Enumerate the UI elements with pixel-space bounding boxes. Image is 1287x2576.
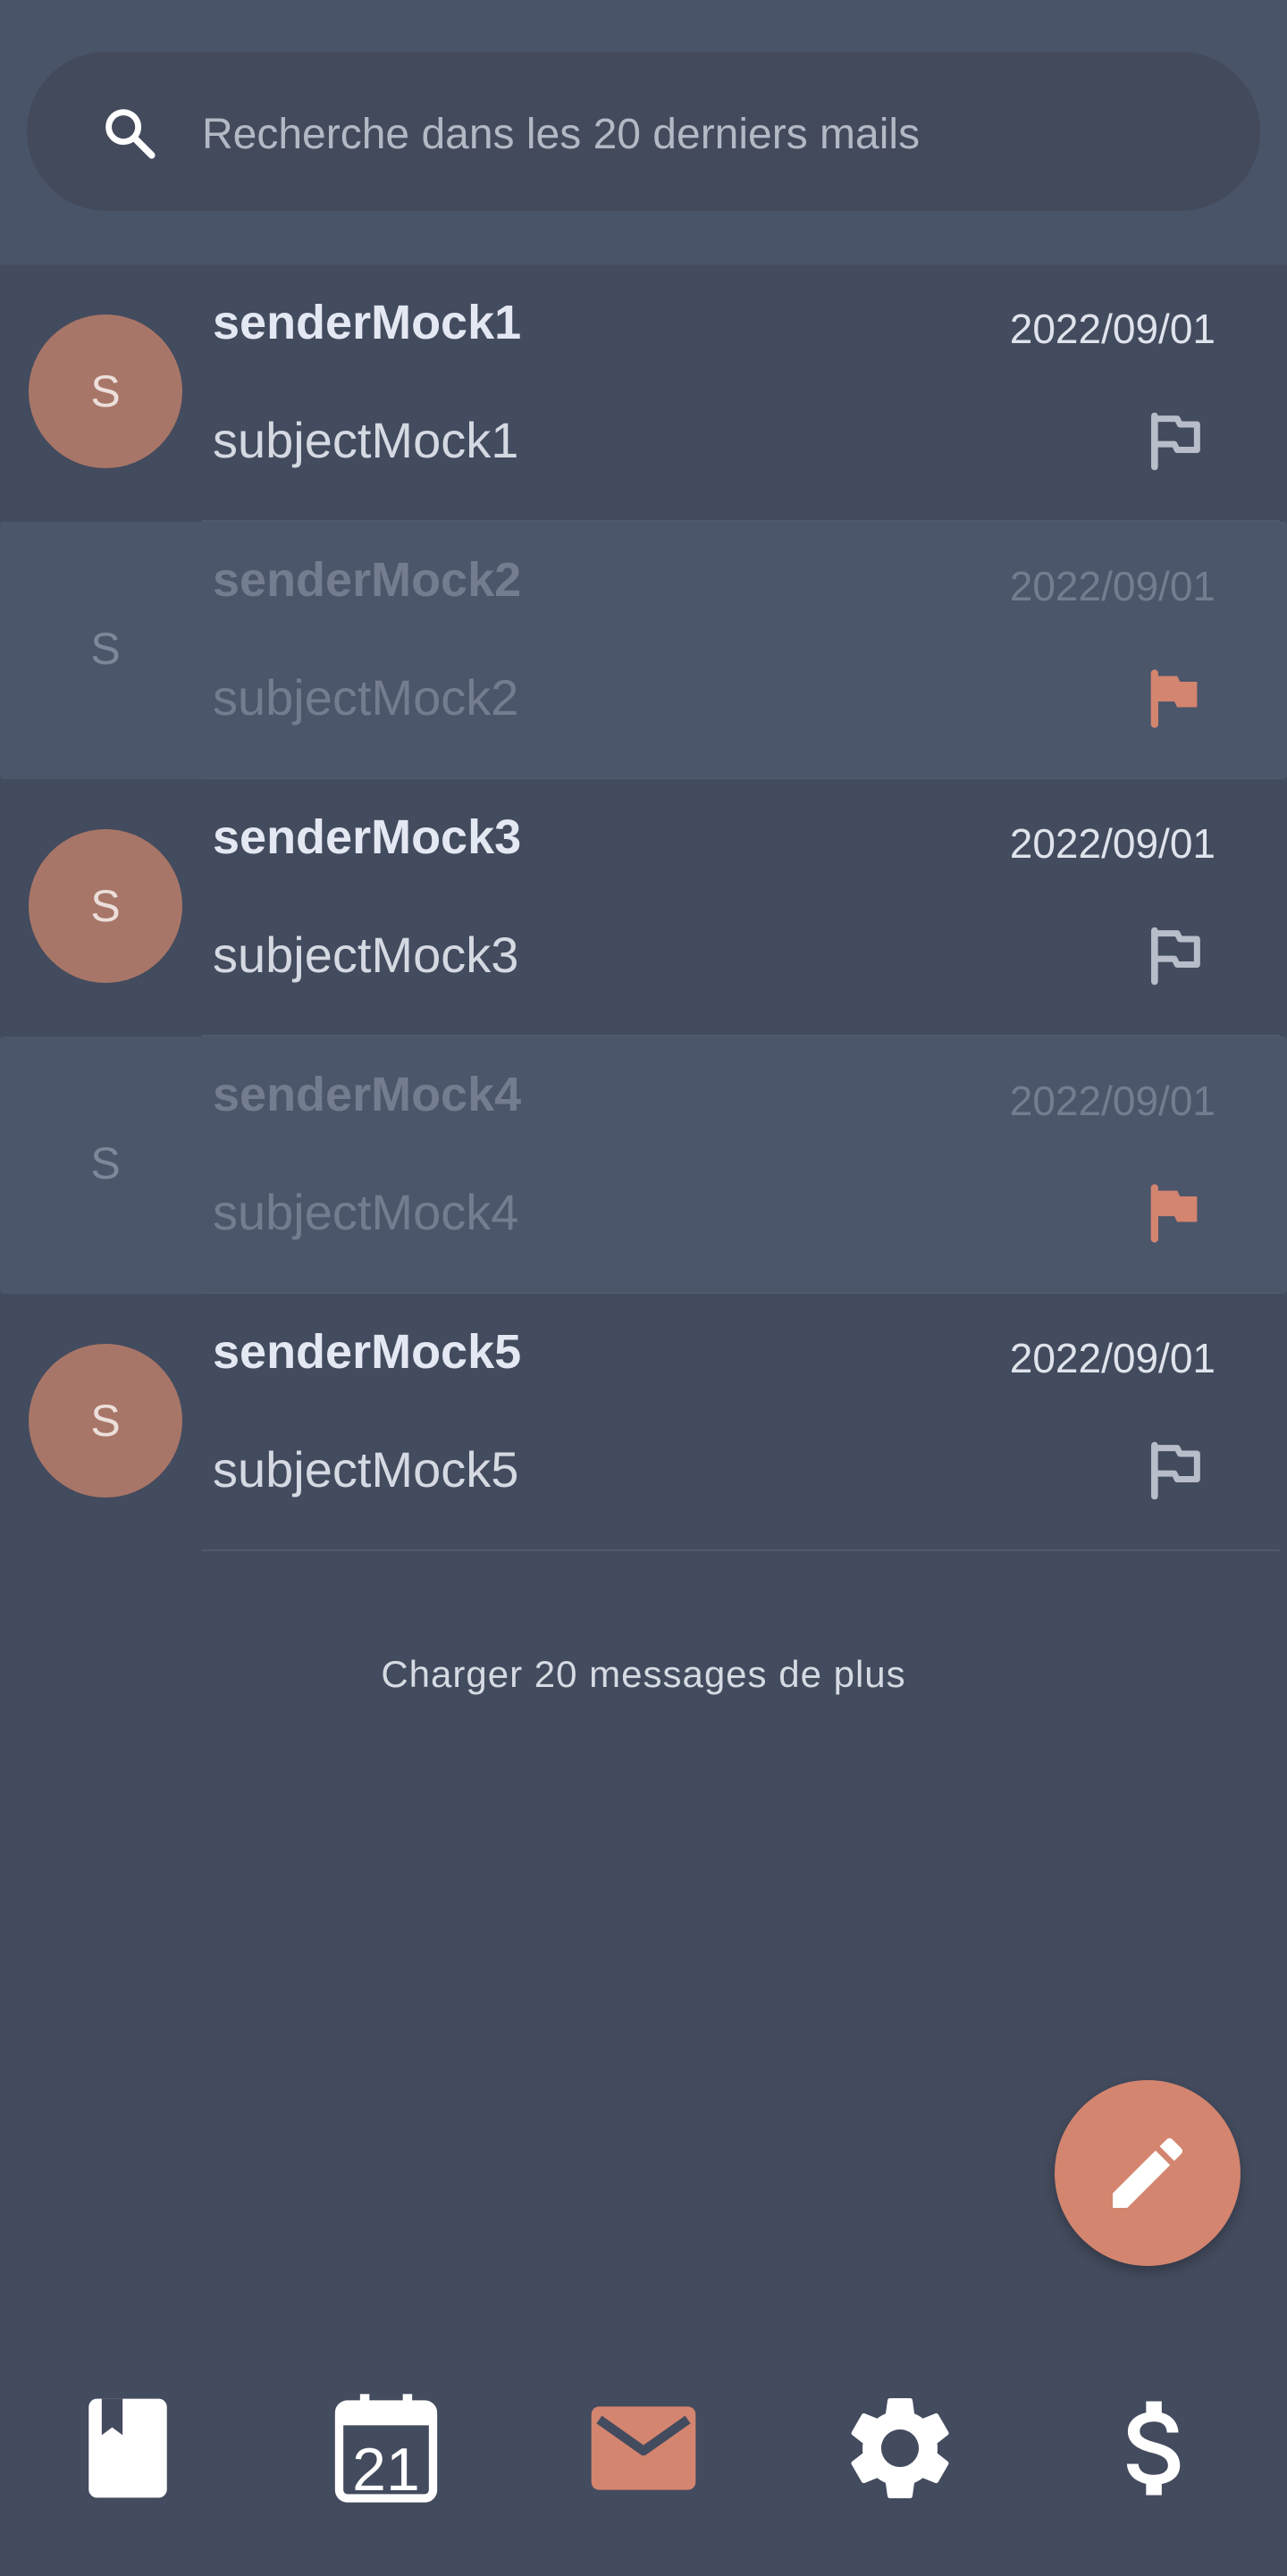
dollar-icon xyxy=(1126,2401,1181,2496)
search-input[interactable]: Recherche dans les 20 derniers mails xyxy=(202,105,920,164)
flag-filled-icon[interactable] xyxy=(1140,1179,1208,1247)
avatar: S xyxy=(90,624,121,674)
flag-outline-icon[interactable] xyxy=(1140,1437,1208,1505)
search-icon[interactable] xyxy=(100,104,159,163)
mail-subject: subjectMock1 xyxy=(213,412,519,468)
flag-outline-icon[interactable] xyxy=(1140,922,1208,990)
sender-name: senderMock2 xyxy=(213,553,522,607)
mail-date: 2022/09/01 xyxy=(1009,306,1216,352)
mail-date: 2022/09/01 xyxy=(1009,820,1216,867)
sender-name: senderMock4 xyxy=(213,1068,522,1121)
mail-row[interactable]: S senderMock5 2022/09/01 subjectMock5 xyxy=(0,1294,1287,1551)
flag-outline-icon[interactable] xyxy=(1140,407,1208,475)
gear-icon xyxy=(851,2398,949,2498)
nav-settings[interactable] xyxy=(837,2386,963,2511)
mail-subject: subjectMock4 xyxy=(213,1184,519,1240)
nav-calendar[interactable]: 21 xyxy=(324,2386,449,2511)
book-icon xyxy=(88,2398,167,2498)
nav-billing[interactable] xyxy=(1094,2386,1219,2511)
mail-row[interactable]: S senderMock4 2022/09/01 subjectMock4 xyxy=(0,1036,1287,1294)
sender-name: senderMock5 xyxy=(213,1325,522,1379)
mail-list: S senderMock1 2022/09/01 subjectMock1 S … xyxy=(0,264,1287,1551)
mail-date: 2022/09/01 xyxy=(1009,1335,1216,1381)
pencil-icon xyxy=(1113,2137,1183,2208)
compose-button[interactable] xyxy=(1055,2080,1241,2266)
mail-date: 2022/09/01 xyxy=(1009,563,1216,609)
bottom-nav: 21 xyxy=(0,2368,1287,2511)
flag-filled-icon[interactable] xyxy=(1140,665,1208,733)
mail-icon xyxy=(591,2406,696,2490)
calendar-day: 21 xyxy=(352,2436,420,2504)
avatar: S xyxy=(29,315,182,468)
load-more-button[interactable]: Charger 20 messages de plus xyxy=(0,1653,1287,1696)
mail-row[interactable]: S senderMock2 2022/09/01 subjectMock2 xyxy=(0,522,1287,779)
nav-contacts[interactable] xyxy=(65,2386,190,2511)
sender-name: senderMock3 xyxy=(213,810,522,864)
mail-subject: subjectMock2 xyxy=(213,669,519,726)
mail-subject: subjectMock3 xyxy=(213,927,519,983)
nav-mail[interactable] xyxy=(581,2386,706,2511)
avatar: S xyxy=(29,1344,182,1498)
sender-name: senderMock1 xyxy=(213,296,522,349)
divider xyxy=(202,1549,1280,1551)
avatar: S xyxy=(90,1138,121,1188)
mail-row[interactable]: S senderMock1 2022/09/01 subjectMock1 xyxy=(0,264,1287,522)
mail-date: 2022/09/01 xyxy=(1009,1078,1216,1124)
mail-row[interactable]: S senderMock3 2022/09/01 subjectMock3 xyxy=(0,779,1287,1036)
avatar: S xyxy=(29,829,182,983)
search-area: Recherche dans les 20 derniers mails xyxy=(0,0,1287,264)
mail-subject: subjectMock5 xyxy=(213,1441,519,1498)
